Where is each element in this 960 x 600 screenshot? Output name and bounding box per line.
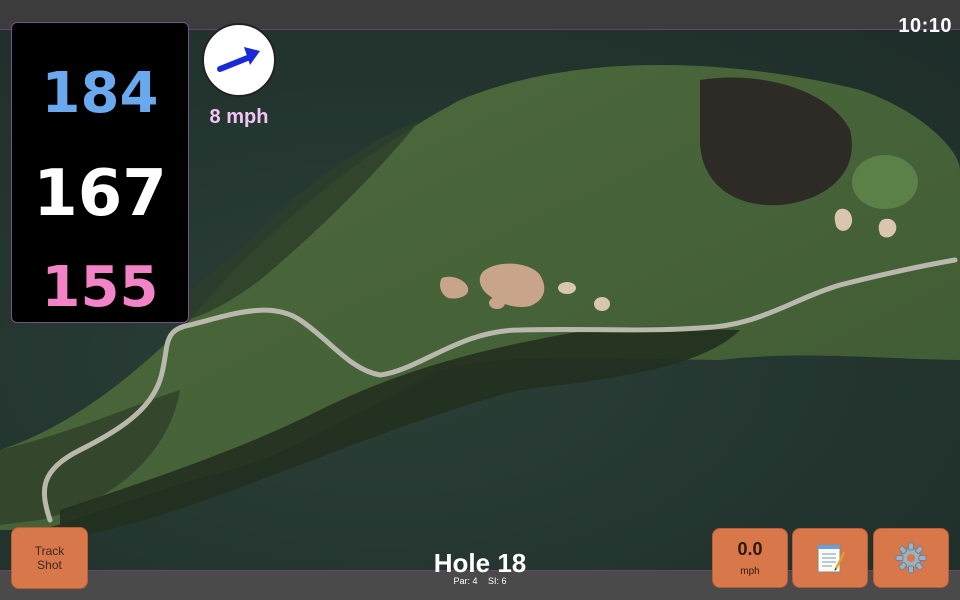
bunker-small-1 (558, 282, 576, 294)
speed-unit: mph (740, 566, 760, 577)
track-shot-label-line1: Track (34, 544, 65, 558)
front-distance: 155 (41, 255, 159, 320)
hole-stroke-index: SI: 6 (488, 576, 507, 586)
speed-button[interactable]: 0.0 mph (712, 528, 788, 588)
wind-direction-dial (202, 23, 276, 97)
distance-panel[interactable]: 184 167 155 (11, 22, 189, 323)
hole-details: Par: 4 SI: 6 (380, 576, 580, 586)
clock: 10:10 (898, 15, 952, 37)
settings-button[interactable] (873, 528, 949, 588)
bunker-small-2 (594, 297, 610, 311)
track-shot-button[interactable]: Track Shot (11, 527, 88, 589)
hole-title: Hole 18 (433, 548, 527, 578)
speed-value: 0.0 (737, 539, 763, 559)
hole-info: Hole 18 Par: 4 SI: 6 (380, 548, 580, 586)
notes-button[interactable] (792, 528, 868, 588)
bunker-small-3 (489, 297, 505, 309)
golf-gps-screen: 10:10 184 167 155 8 mph Track Shot Hole … (0, 0, 960, 600)
wind-arrow-icon (217, 47, 260, 72)
hole-par: Par: 4 (453, 576, 478, 586)
track-shot-label-line2: Shot (37, 558, 62, 572)
wind-speed-label: 8 mph (209, 106, 269, 128)
gear-icon (895, 542, 927, 574)
green (852, 155, 918, 209)
middle-distance: 167 (33, 157, 167, 231)
back-distance: 184 (41, 61, 159, 126)
notepad-icon (817, 544, 845, 573)
